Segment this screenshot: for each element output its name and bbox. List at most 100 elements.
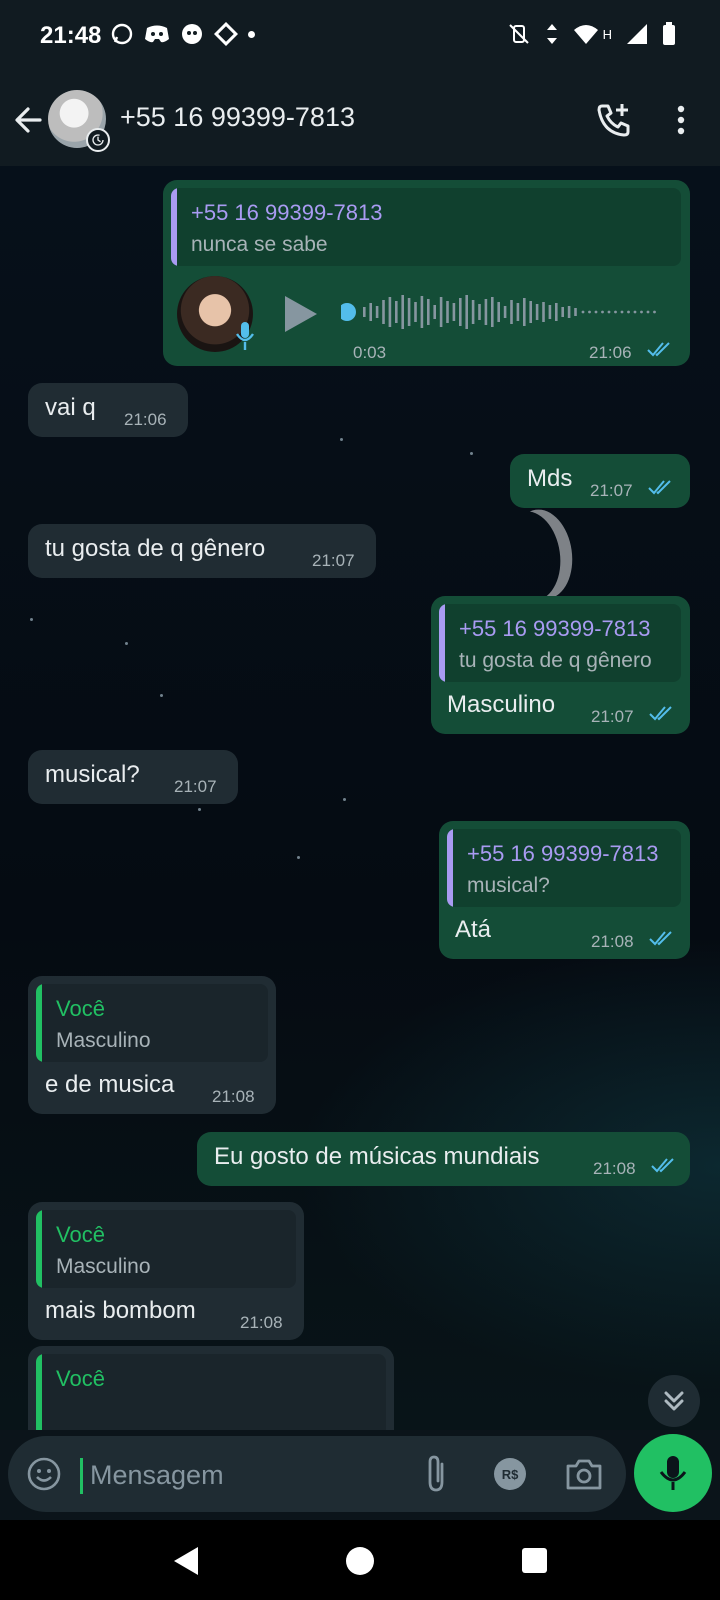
status-bar: 21:48 H (0, 0, 720, 72)
more-notifications-dot (248, 30, 255, 38)
message-bubble[interactable]: Mds 21:07 (510, 454, 690, 508)
waveform-bar (439, 297, 443, 327)
waveform-bar (542, 302, 545, 322)
status-time: 21:48 (40, 22, 102, 49)
waveform-dot (620, 310, 624, 314)
quote-text: Masculino (56, 1029, 151, 1052)
waveform-bar (363, 307, 366, 317)
message-text: Atá (455, 916, 492, 943)
play-icon[interactable] (281, 292, 321, 336)
read-ticks-icon (649, 706, 672, 721)
message-time: 21:07 (312, 551, 355, 570)
nav-home-button[interactable] (346, 1547, 374, 1575)
svg-text:R$: R$ (502, 1467, 519, 1482)
waveform-bar (561, 307, 564, 317)
microphone-icon (236, 322, 254, 350)
waveform-bar (401, 295, 404, 329)
waveform-dot (633, 310, 637, 314)
quote-text: Masculino (56, 1255, 151, 1278)
chat-header: +55 16 99399-7813 (0, 72, 720, 167)
waveform-bar (510, 300, 513, 324)
message-bubble-reply[interactable]: Você Masculino e de musica 21:08 (28, 976, 276, 1114)
waveform-dot (627, 310, 630, 314)
playback-position-dot (341, 303, 356, 321)
waveform-bar (427, 299, 430, 325)
attach-icon[interactable] (418, 1454, 454, 1494)
waveform-bar (523, 298, 526, 326)
text-cursor (80, 1458, 83, 1494)
message-text: musical? (45, 761, 140, 788)
disappearing-messages-icon (86, 128, 110, 152)
waveform-bar (497, 302, 500, 322)
voice-waveform[interactable] (341, 292, 663, 332)
message-text: e de musica (45, 1071, 175, 1098)
waveform-bar (471, 300, 475, 324)
waveform-bar (491, 297, 494, 327)
payment-icon[interactable]: R$ (492, 1456, 528, 1492)
message-bubble[interactable]: tu gosta de q gênero 21:07 (28, 524, 376, 578)
message-bubble-voice[interactable]: +55 16 99399-7813 nunca se sabe 0:03 21:… (163, 180, 690, 366)
microphone-icon (659, 1456, 687, 1490)
waveform-bar (452, 303, 456, 321)
message-bubble[interactable]: musical? 21:07 (28, 750, 238, 804)
quoted-message[interactable]: Você Masculino (36, 984, 268, 1062)
voice-record-button[interactable] (634, 1434, 712, 1512)
waveform-dot (594, 310, 598, 314)
diamond-notification-icon (214, 22, 238, 46)
back-arrow-icon[interactable] (10, 100, 50, 140)
quoted-message[interactable]: Você Masculino (36, 1210, 296, 1288)
message-time: 21:06 (589, 343, 632, 362)
waveform-bar (484, 299, 488, 325)
message-bubble-reply[interactable]: Você (28, 1346, 394, 1430)
quote-author: +55 16 99399-7813 (191, 200, 383, 225)
message-time: 21:07 (174, 777, 217, 796)
nav-back-icon[interactable] (170, 1544, 204, 1578)
chat-area[interactable]: +55 16 99399-7813 nunca se sabe 0:03 21:… (0, 166, 720, 1430)
waveform-bar (369, 303, 372, 321)
read-ticks-icon (648, 480, 671, 495)
scroll-to-bottom-button[interactable] (648, 1375, 700, 1427)
message-bubble[interactable]: Eu gosto de músicas mundiais 21:08 (197, 1132, 690, 1186)
app-notification-icon (182, 24, 202, 44)
message-bubble-reply[interactable]: Você Masculino mais bombom 21:08 (28, 1202, 304, 1340)
camera-icon[interactable] (564, 1456, 604, 1492)
voice-duration: 0:03 (353, 343, 387, 362)
quoted-message[interactable]: Você (36, 1354, 386, 1430)
waveform-bar (446, 301, 449, 323)
message-input[interactable] (88, 1454, 412, 1496)
message-text: Mds (527, 465, 573, 492)
message-time: 21:06 (124, 410, 167, 429)
waveform-dot (588, 310, 591, 314)
waveform-bar (382, 300, 385, 324)
moon-wallpaper (494, 507, 566, 604)
nav-recents-button[interactable] (522, 1548, 547, 1573)
whatsapp-notification-icon (111, 23, 133, 45)
message-time: 21:07 (590, 481, 633, 500)
quote-author: +55 16 99399-7813 (459, 616, 651, 641)
emoji-icon[interactable] (26, 1456, 62, 1492)
battery-icon (663, 22, 675, 45)
quoted-message[interactable]: +55 16 99399-7813 musical? (447, 829, 681, 907)
waveform-bar (459, 298, 462, 326)
waveform-dot (581, 310, 585, 314)
waveform-bar (567, 306, 571, 318)
waveform-bar (395, 301, 398, 323)
message-bubble[interactable]: vai q 21:06 (28, 383, 188, 437)
waveform-dot (614, 310, 617, 314)
more-options-icon[interactable] (666, 100, 696, 140)
read-ticks-icon (649, 931, 672, 946)
message-bubble-reply[interactable]: +55 16 99399-7813 musical? Atá 21:08 (439, 821, 690, 959)
message-bubble-reply[interactable]: +55 16 99399-7813 tu gosta de q gênero M… (431, 596, 690, 734)
system-nav-bar (0, 1520, 720, 1600)
waveform-dot (607, 310, 611, 314)
quoted-message[interactable]: +55 16 99399-7813 tu gosta de q gênero (439, 604, 681, 682)
signal-icon (627, 24, 647, 44)
waveform-bar (478, 304, 481, 320)
quote-author: Você (56, 996, 105, 1021)
quote-text: musical? (467, 874, 550, 897)
add-call-icon[interactable] (594, 100, 634, 140)
quote-text: tu gosta de q gênero (459, 649, 652, 672)
contact-name[interactable]: +55 16 99399-7813 (120, 102, 355, 133)
quoted-message[interactable]: +55 16 99399-7813 nunca se sabe (171, 188, 681, 266)
message-text: vai q (45, 394, 96, 421)
